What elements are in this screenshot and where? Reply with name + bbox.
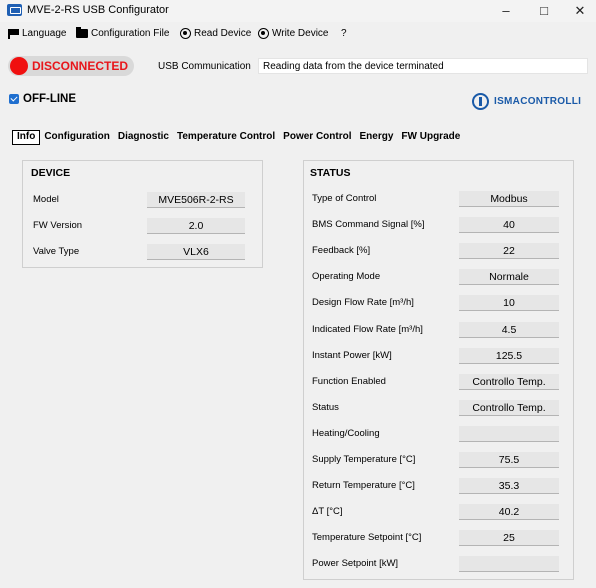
status-label-instant-power-kw: Instant Power [kW]	[312, 349, 392, 361]
usb-communication-field: Reading data from the device terminated	[258, 58, 588, 74]
menu-help[interactable]: ?	[341, 26, 347, 41]
status-value-supply-temperature-c: 75.5	[459, 452, 559, 468]
status-label-supply-temperature-c: Supply Temperature [°C]	[312, 454, 416, 465]
device-panel: DEVICE Model MVE506R-2-RS FW Version 2.0 Val…	[22, 160, 263, 268]
status-label-bms-command-signal: BMS Command Signal [%]	[312, 219, 425, 231]
device-value-model: MVE506R-2-RS	[147, 192, 245, 208]
tab-configuration[interactable]: Configuration	[40, 130, 114, 145]
write-device-icon	[258, 28, 269, 39]
flag-icon	[8, 28, 19, 39]
status-value-instant-power-kw: 125.5	[459, 347, 559, 364]
device-value-valve-type: VLX6	[147, 244, 245, 260]
status-value-status: Controllo Temp.	[459, 399, 559, 416]
status-value-t-c: 40.2	[459, 504, 559, 521]
status-value-operating-mode: Normale	[459, 269, 559, 286]
tab-info[interactable]: Info	[12, 130, 41, 145]
usb-communication-label: USB Communication	[158, 61, 251, 72]
connection-status-badge: DISCONNECTED	[8, 56, 134, 76]
status-label-status: Status	[312, 401, 339, 413]
menu-language-label: Language	[22, 28, 67, 39]
connection-status-text: DISCONNECTED	[32, 59, 129, 73]
device-label-fw-version: FW Version	[33, 220, 83, 231]
app-icon	[7, 4, 22, 16]
status-label-operating-mode: Operating Mode	[312, 271, 381, 283]
status-label-type-of-control: Type of Control	[312, 193, 377, 204]
logo-text: ISMACONTROLLI	[494, 96, 582, 107]
status-label-t-c: ΔT [°C]	[312, 506, 343, 518]
tab-diagnostic[interactable]: Diagnostic	[114, 130, 173, 145]
tab-energy[interactable]: Energy	[356, 130, 398, 145]
status-label-indicated-flow-rate-m-h: Indicated Flow Rate [m³/h]	[312, 323, 423, 335]
logo-icon	[472, 93, 489, 110]
folder-icon	[76, 27, 88, 38]
status-dot-icon	[10, 57, 28, 75]
offline-checkbox[interactable]	[9, 94, 19, 104]
status-value-design-flow-rate-m-h: 10	[459, 295, 559, 312]
company-logo: ISMACONTROLLI	[472, 92, 587, 112]
status-value-heating-cooling	[459, 425, 559, 442]
status-value-feedback: 22	[459, 243, 559, 260]
tab-temperature-control[interactable]: Temperature Control	[173, 130, 279, 145]
menu-write-device[interactable]: Write Device	[258, 26, 329, 41]
status-value-power-setpoint-kw	[459, 556, 559, 573]
menu-configuration-file-label: Configuration File	[91, 28, 170, 39]
status-panel-title: STATUS	[310, 167, 351, 179]
device-value-fw-version: 2.0	[147, 218, 245, 234]
status-label-power-setpoint-kw: Power Setpoint [kW]	[312, 558, 399, 570]
menu-read-device-label: Read Device	[194, 28, 252, 39]
status-label-function-enabled: Function Enabled	[312, 375, 386, 387]
tab-bar: Info Configuration Diagnostic Temperature C…	[12, 130, 464, 146]
status-label-feedback: Feedback [%]	[312, 245, 371, 257]
close-button[interactable]: ✕	[562, 0, 596, 22]
menu-configuration-file[interactable]: Configuration File	[76, 26, 169, 41]
status-label-heating-cooling: Heating/Cooling	[312, 427, 380, 439]
menu-write-device-label: Write Device	[272, 28, 329, 39]
status-value-temperature-setpoint-c: 25	[459, 530, 559, 547]
menu-bar: Language Configuration File Read Device …	[0, 22, 596, 44]
status-label-temperature-setpoint-c: Temperature Setpoint [°C]	[312, 532, 422, 544]
device-label-valve-type: Valve Type	[33, 246, 80, 257]
menu-language[interactable]: Language	[8, 26, 67, 41]
title-bar: MVE-2-RS USB Configurator – □ ✕	[0, 0, 596, 22]
status-panel: STATUS Type of Control Modbus BMS Command …	[303, 160, 574, 580]
status-value-bms-command-signal: 40	[459, 217, 559, 234]
minimize-button[interactable]: –	[488, 0, 524, 22]
status-label-return-temperature-c: Return Temperature [°C]	[312, 480, 415, 492]
status-value-indicated-flow-rate-m-h: 4.5	[459, 321, 559, 338]
tab-power-control[interactable]: Power Control	[279, 130, 355, 145]
read-device-icon	[180, 28, 191, 39]
window-title: MVE-2-RS USB Configurator	[27, 4, 169, 16]
status-label-design-flow-rate-m-h: Design Flow Rate [m³/h]	[312, 297, 414, 309]
offline-label: OFF-LINE	[23, 93, 77, 105]
device-label-model: Model	[33, 194, 59, 205]
status-value-function-enabled: Controllo Temp.	[459, 373, 559, 390]
menu-read-device[interactable]: Read Device	[180, 26, 251, 41]
maximize-button[interactable]: □	[526, 0, 562, 22]
device-panel-title: DEVICE	[31, 167, 71, 179]
status-value-return-temperature-c: 35.3	[459, 478, 559, 495]
tab-fw-upgrade[interactable]: FW Upgrade	[397, 130, 464, 145]
status-value-type-of-control: Modbus	[459, 191, 559, 207]
